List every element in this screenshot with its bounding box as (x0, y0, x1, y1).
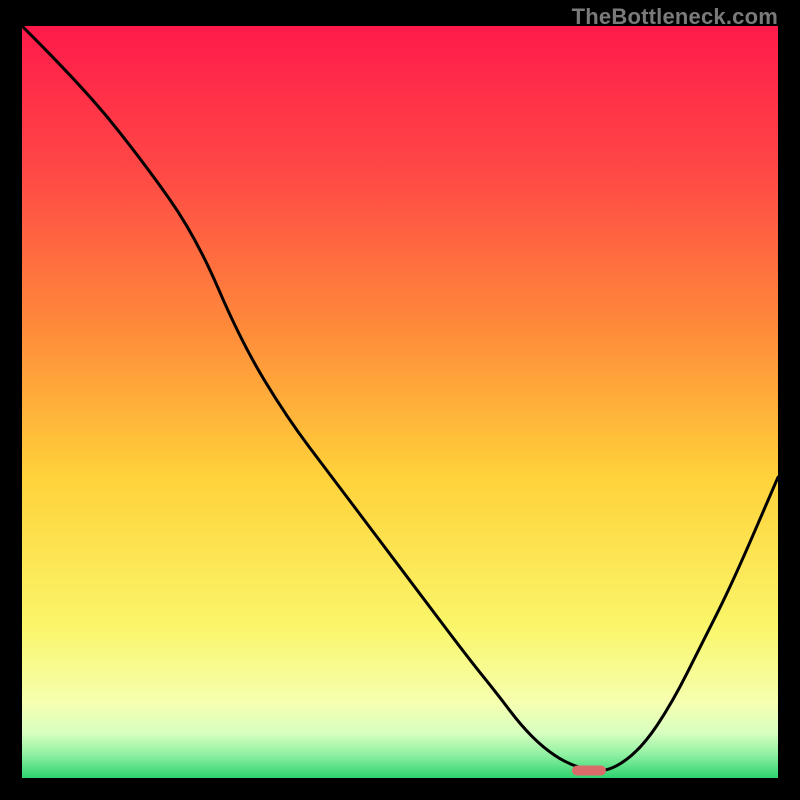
chart-frame: TheBottleneck.com (0, 0, 800, 800)
watermark-text: TheBottleneck.com (572, 4, 778, 30)
bottleneck-chart (22, 26, 778, 778)
optimal-point-marker (572, 765, 606, 775)
gradient-background (22, 26, 778, 778)
plot-area (22, 26, 778, 778)
